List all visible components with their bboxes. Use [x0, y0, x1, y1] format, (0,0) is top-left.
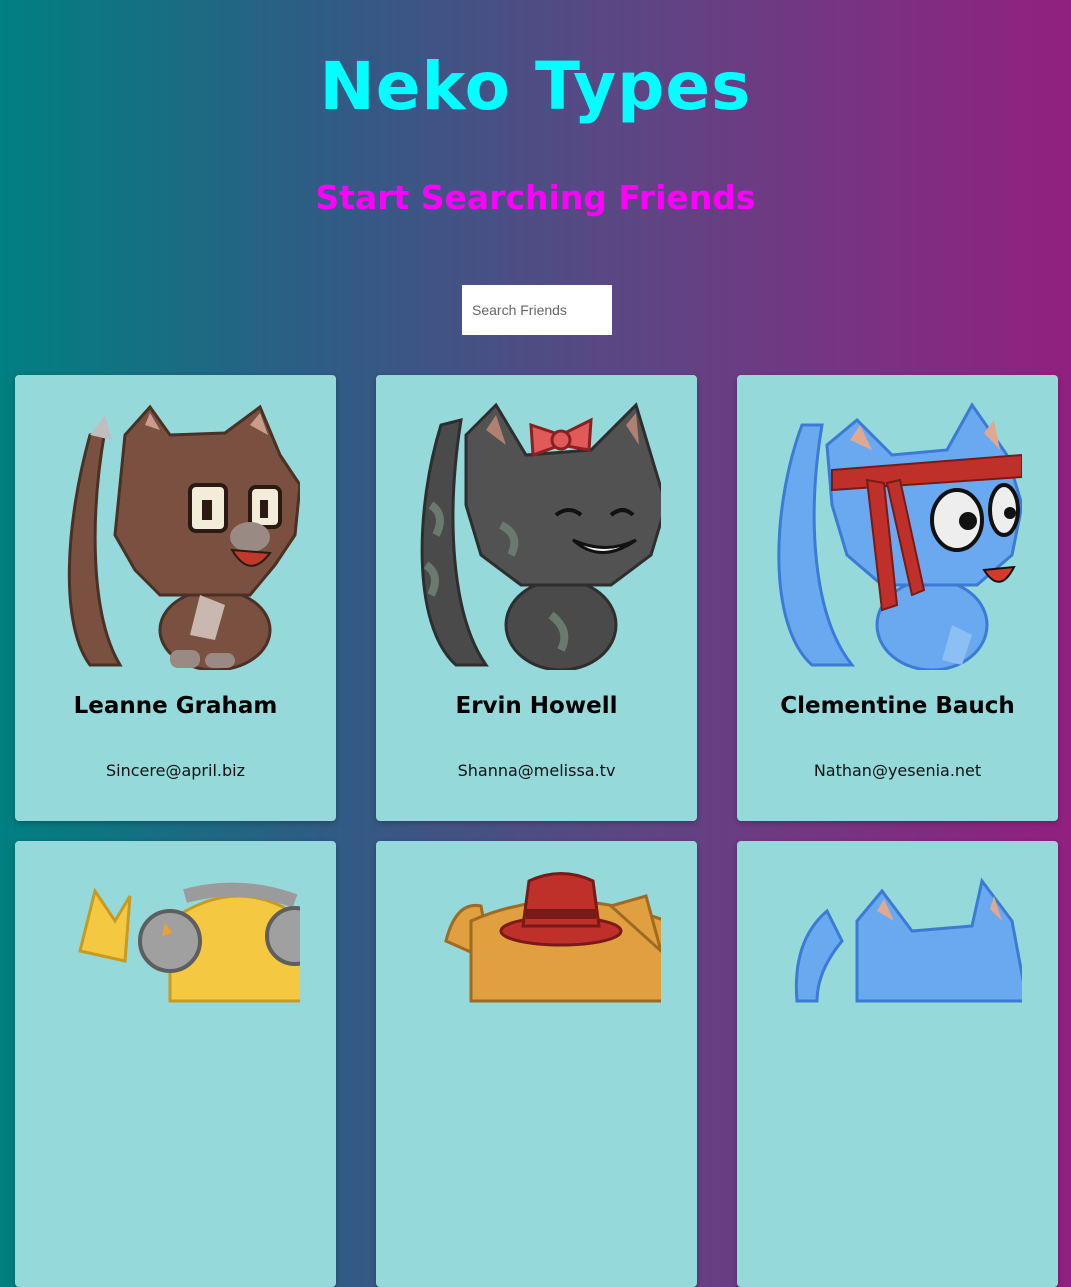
card-name: Ervin Howell	[455, 693, 618, 719]
page-title: Neko Types	[319, 48, 752, 125]
yellow-cat-headphones-icon	[78, 882, 300, 1003]
friend-card[interactable]: Ervin Howell Shanna@melissa.tv	[376, 375, 697, 821]
friend-card[interactable]	[15, 841, 336, 1287]
card-email: Shanna@melissa.tv	[457, 761, 616, 780]
friend-card[interactable]	[737, 841, 1058, 1287]
black-cat-with-bow-icon	[420, 402, 661, 670]
card-name: Clementine Bauch	[780, 693, 1015, 719]
card-email: Sincere@april.biz	[106, 761, 245, 780]
brown-cat-icon	[67, 404, 300, 670]
friend-card[interactable]: Clementine Bauch Nathan@yesenia.net	[737, 375, 1058, 821]
blue-cat-headband-icon	[777, 402, 1022, 670]
friend-card[interactable]	[376, 841, 697, 1287]
search-input[interactable]	[462, 285, 612, 335]
orange-cat-red-hat-icon	[444, 872, 661, 1003]
card-email: Nathan@yesenia.net	[813, 761, 982, 780]
blue-cat-icon	[794, 877, 1022, 1003]
page-subtitle: Start Searching Friends	[315, 178, 756, 217]
friend-card[interactable]: Leanne Graham Sincere@april.biz	[15, 375, 336, 821]
card-name: Leanne Graham	[73, 693, 278, 719]
